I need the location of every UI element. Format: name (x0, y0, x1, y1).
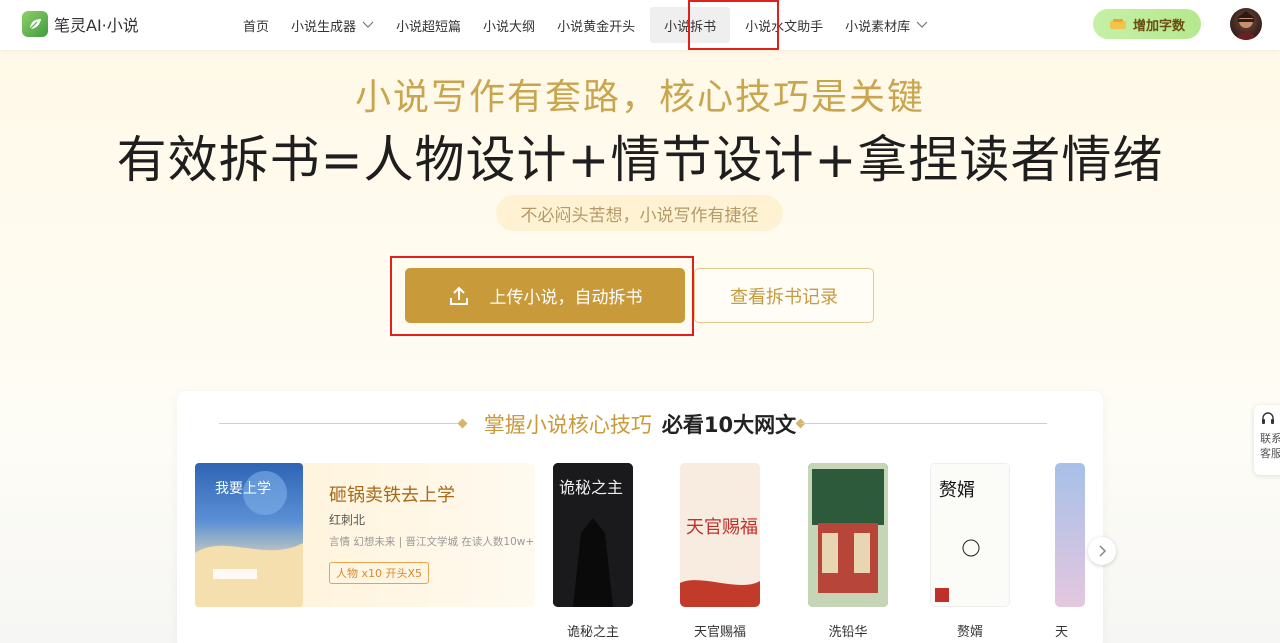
card-title-strong: 必看10大网文 (661, 413, 797, 437)
upload-icon (449, 286, 468, 305)
featured-tag: 人物 x10 开头X5 (329, 562, 430, 584)
hero-tagline: 不必闷头苦想，小说写作有捷径 (496, 195, 783, 231)
cover-title: 赘婿 (939, 480, 975, 501)
card-heading: 掌握小说核心技巧 必看10大网文 (177, 411, 1103, 437)
nav-label: 首页 (243, 19, 270, 35)
nav-outline[interactable]: 小说大纲 (472, 0, 546, 50)
nav-label: 小说素材库 (845, 19, 911, 35)
logo[interactable]: 笔灵AI·小说 (22, 11, 139, 37)
nav-label: 小说超短篇 (396, 19, 462, 35)
chevron-down-icon (362, 21, 374, 28)
book-cover-guimi[interactable]: 诡秘之主 (553, 463, 633, 607)
featured-author: 红刺北 (329, 513, 366, 527)
book-cover-zhuixu[interactable]: 赘婿 (930, 463, 1010, 607)
nav-novel-generator[interactable]: 小说生成器 (280, 0, 385, 50)
upload-label: 上传小说，自动拆书 (489, 288, 643, 308)
headset-icon (1262, 412, 1274, 424)
chevron-right-icon (1099, 545, 1107, 557)
customer-service-label: 联系客服 (1260, 432, 1280, 460)
main-nav: 首页 小说生成器 小说超短篇 小说大纲 小说黄金开头 小说拆书 小说水文助手 小… (232, 0, 939, 50)
book-cover-xiqianhua[interactable] (808, 463, 888, 607)
featured-book-cover: 我要上学 (195, 463, 303, 607)
nav-short-story[interactable]: 小说超短篇 (385, 0, 472, 50)
book-cover-tianguan[interactable]: 天官赐福 (680, 463, 760, 607)
nav-label: 小说生成器 (291, 19, 357, 35)
chevron-down-icon (916, 21, 928, 28)
history-label: 查看拆书记录 (730, 286, 838, 308)
nav-home[interactable]: 首页 (232, 0, 280, 50)
hero-subtitle: 小说写作有套路，核心技巧是关键 (354, 77, 925, 118)
recommend-card: 掌握小说核心技巧 必看10大网文 我要上学 砸锅卖铁去上学 红刺北 言情 幻想未… (177, 391, 1103, 643)
hero-title: 有效拆书=人物设计+情节设计+拿捏读者情绪 (116, 131, 1164, 189)
card-title: 掌握小说核心技巧 (483, 413, 652, 437)
customer-service-button[interactable]: 联系客服 (1254, 405, 1280, 475)
featured-meta: 言情 幻想未来 | 晋江文学城 在读人数10w+ (329, 536, 535, 548)
cover-title: 我要上学 (215, 481, 271, 497)
view-history-button[interactable]: 查看拆书记录 (694, 268, 874, 323)
carousel-next-button[interactable] (1088, 537, 1116, 565)
featured-book[interactable]: 我要上学 砸锅卖铁去上学 红刺北 言情 幻想未来 | 晋江文学城 在读人数10w… (195, 463, 535, 607)
upload-novel-button[interactable]: 上传小说，自动拆书 (405, 268, 685, 323)
nav-material-library[interactable]: 小说素材库 (834, 0, 939, 50)
logo-text: 笔灵AI·小说 (54, 16, 139, 35)
book-title[interactable]: 天官赐福 (680, 621, 760, 640)
book-title[interactable]: 诡秘之主 (553, 621, 633, 640)
book-title[interactable]: 天 (1055, 621, 1085, 640)
book-title[interactable]: 赘婿 (930, 621, 1010, 640)
avatar[interactable] (1230, 8, 1262, 40)
nav-golden-opening[interactable]: 小说黄金开头 (546, 0, 646, 50)
book-title[interactable]: 洗铅华 (808, 621, 888, 640)
nav-label: 小说大纲 (483, 19, 536, 35)
nav-label: 小说黄金开头 (557, 19, 636, 35)
nav-highlight-frame (688, 0, 779, 50)
add-words-label: 增加字数 (1132, 18, 1185, 34)
top-header: 笔灵AI·小说 首页 小说生成器 小说超短篇 小说大纲 小说黄金开头 小说拆书 … (0, 0, 1280, 50)
featured-title: 砸锅卖铁去上学 (329, 485, 455, 506)
crown-icon (1109, 19, 1126, 29)
add-words-button[interactable]: 增加字数 (1093, 9, 1201, 39)
book-cover-partial[interactable] (1055, 463, 1085, 607)
cover-title: 诡秘之主 (559, 478, 623, 497)
leaf-icon (22, 11, 48, 37)
cover-title: 天官赐福 (686, 517, 758, 538)
